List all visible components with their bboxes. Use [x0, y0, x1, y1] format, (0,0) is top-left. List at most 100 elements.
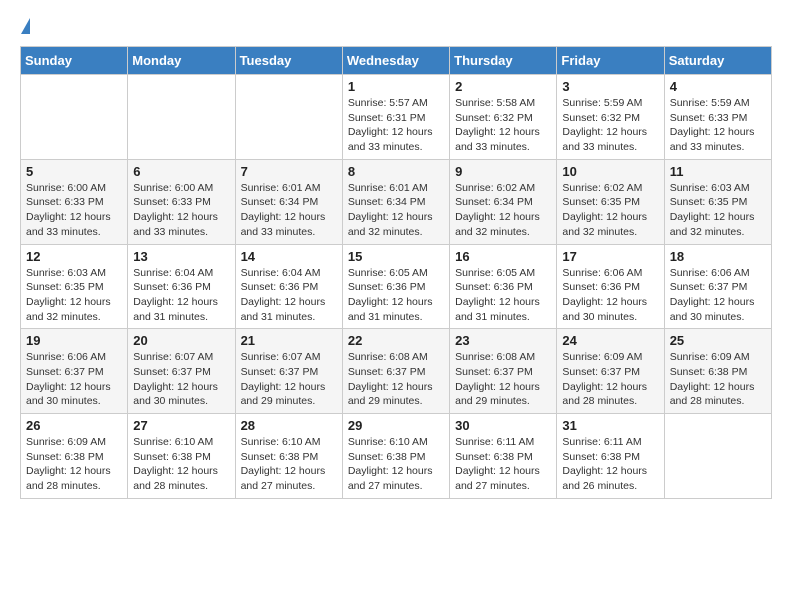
day-number: 13	[133, 249, 229, 264]
day-info: Sunrise: 6:11 AM Sunset: 6:38 PM Dayligh…	[562, 435, 658, 494]
calendar-day-5: 5 Sunrise: 6:00 AM Sunset: 6:33 PM Daylig…	[21, 159, 128, 244]
day-info: Sunrise: 6:01 AM Sunset: 6:34 PM Dayligh…	[241, 181, 337, 240]
day-info: Sunrise: 6:09 AM Sunset: 6:38 PM Dayligh…	[26, 435, 122, 494]
day-info: Sunrise: 6:05 AM Sunset: 6:36 PM Dayligh…	[455, 266, 551, 325]
day-number: 25	[670, 333, 766, 348]
calendar-day-19: 19Sunrise: 6:06 AM Sunset: 6:37 PM Dayli…	[21, 329, 128, 414]
header-wednesday: Wednesday	[342, 47, 449, 75]
calendar-day-7: 7 Sunrise: 6:01 AM Sunset: 6:34 PM Daylig…	[235, 159, 342, 244]
calendar-week-row: 1 Sunrise: 5:57 AM Sunset: 6:31 PM Daylig…	[21, 75, 772, 160]
header-thursday: Thursday	[450, 47, 557, 75]
day-info: Sunrise: 6:04 AM Sunset: 6:36 PM Dayligh…	[133, 266, 229, 325]
day-info: Sunrise: 6:10 AM Sunset: 6:38 PM Dayligh…	[241, 435, 337, 494]
calendar-day-13: 13 Sunrise: 6:04 AM Sunset: 6:36 PM Dayli…	[128, 244, 235, 329]
day-number: 20	[133, 333, 229, 348]
header-saturday: Saturday	[664, 47, 771, 75]
header-tuesday: Tuesday	[235, 47, 342, 75]
day-info: Sunrise: 6:01 AM Sunset: 6:34 PM Dayligh…	[348, 181, 444, 240]
calendar-day-27: 27 Sunrise: 6:10 AM Sunset: 6:38 PM Dayli…	[128, 414, 235, 499]
day-number: 22	[348, 333, 444, 348]
day-info: Sunrise: 5:59 AM Sunset: 6:33 PM Dayligh…	[670, 96, 766, 155]
calendar-week-row: 19Sunrise: 6:06 AM Sunset: 6:37 PM Dayli…	[21, 329, 772, 414]
day-number: 21	[241, 333, 337, 348]
day-number: 27	[133, 418, 229, 433]
header-friday: Friday	[557, 47, 664, 75]
day-number: 5	[26, 164, 122, 179]
calendar-day-14: 14 Sunrise: 6:04 AM Sunset: 6:36 PM Dayli…	[235, 244, 342, 329]
calendar-day-24: 24Sunrise: 6:09 AM Sunset: 6:37 PM Dayli…	[557, 329, 664, 414]
day-number: 9	[455, 164, 551, 179]
calendar-day-22: 22Sunrise: 6:08 AM Sunset: 6:37 PM Dayli…	[342, 329, 449, 414]
day-number: 6	[133, 164, 229, 179]
day-info: Sunrise: 6:00 AM Sunset: 6:33 PM Dayligh…	[26, 181, 122, 240]
logo	[20, 20, 30, 36]
day-info: Sunrise: 6:04 AM Sunset: 6:36 PM Dayligh…	[241, 266, 337, 325]
calendar-day-12: 12Sunrise: 6:03 AM Sunset: 6:35 PM Dayli…	[21, 244, 128, 329]
calendar-day-28: 28 Sunrise: 6:10 AM Sunset: 6:38 PM Dayli…	[235, 414, 342, 499]
calendar-day-18: 18 Sunrise: 6:06 AM Sunset: 6:37 PM Dayli…	[664, 244, 771, 329]
calendar-day-20: 20 Sunrise: 6:07 AM Sunset: 6:37 PM Dayli…	[128, 329, 235, 414]
day-number: 28	[241, 418, 337, 433]
day-number: 23	[455, 333, 551, 348]
calendar-day-1: 1 Sunrise: 5:57 AM Sunset: 6:31 PM Daylig…	[342, 75, 449, 160]
day-number: 16	[455, 249, 551, 264]
calendar-empty-cell	[21, 75, 128, 160]
calendar-day-15: 15 Sunrise: 6:05 AM Sunset: 6:36 PM Dayli…	[342, 244, 449, 329]
day-info: Sunrise: 6:02 AM Sunset: 6:34 PM Dayligh…	[455, 181, 551, 240]
day-info: Sunrise: 6:08 AM Sunset: 6:37 PM Dayligh…	[455, 350, 551, 409]
day-info: Sunrise: 6:03 AM Sunset: 6:35 PM Dayligh…	[670, 181, 766, 240]
page-header	[20, 20, 772, 36]
day-info: Sunrise: 6:11 AM Sunset: 6:38 PM Dayligh…	[455, 435, 551, 494]
day-info: Sunrise: 5:57 AM Sunset: 6:31 PM Dayligh…	[348, 96, 444, 155]
day-info: Sunrise: 6:06 AM Sunset: 6:36 PM Dayligh…	[562, 266, 658, 325]
day-info: Sunrise: 5:58 AM Sunset: 6:32 PM Dayligh…	[455, 96, 551, 155]
day-number: 3	[562, 79, 658, 94]
day-number: 15	[348, 249, 444, 264]
day-number: 7	[241, 164, 337, 179]
calendar-day-9: 9 Sunrise: 6:02 AM Sunset: 6:34 PM Daylig…	[450, 159, 557, 244]
day-number: 4	[670, 79, 766, 94]
day-number: 2	[455, 79, 551, 94]
day-info: Sunrise: 6:06 AM Sunset: 6:37 PM Dayligh…	[670, 266, 766, 325]
header-sunday: Sunday	[21, 47, 128, 75]
calendar-day-6: 6 Sunrise: 6:00 AM Sunset: 6:33 PM Daylig…	[128, 159, 235, 244]
calendar-week-row: 26Sunrise: 6:09 AM Sunset: 6:38 PM Dayli…	[21, 414, 772, 499]
calendar-day-23: 23 Sunrise: 6:08 AM Sunset: 6:37 PM Dayli…	[450, 329, 557, 414]
logo-triangle-icon	[21, 18, 30, 34]
day-info: Sunrise: 6:07 AM Sunset: 6:37 PM Dayligh…	[241, 350, 337, 409]
calendar-day-31: 31 Sunrise: 6:11 AM Sunset: 6:38 PM Dayli…	[557, 414, 664, 499]
calendar-header-row: SundayMondayTuesdayWednesdayThursdayFrid…	[21, 47, 772, 75]
day-number: 31	[562, 418, 658, 433]
day-number: 14	[241, 249, 337, 264]
calendar-week-row: 5 Sunrise: 6:00 AM Sunset: 6:33 PM Daylig…	[21, 159, 772, 244]
day-info: Sunrise: 5:59 AM Sunset: 6:32 PM Dayligh…	[562, 96, 658, 155]
calendar-day-10: 10 Sunrise: 6:02 AM Sunset: 6:35 PM Dayli…	[557, 159, 664, 244]
day-info: Sunrise: 6:10 AM Sunset: 6:38 PM Dayligh…	[133, 435, 229, 494]
calendar-day-11: 11 Sunrise: 6:03 AM Sunset: 6:35 PM Dayli…	[664, 159, 771, 244]
day-number: 1	[348, 79, 444, 94]
day-number: 18	[670, 249, 766, 264]
day-number: 12	[26, 249, 122, 264]
day-info: Sunrise: 6:02 AM Sunset: 6:35 PM Dayligh…	[562, 181, 658, 240]
day-number: 11	[670, 164, 766, 179]
day-info: Sunrise: 6:05 AM Sunset: 6:36 PM Dayligh…	[348, 266, 444, 325]
calendar-week-row: 12Sunrise: 6:03 AM Sunset: 6:35 PM Dayli…	[21, 244, 772, 329]
calendar-empty-cell	[664, 414, 771, 499]
calendar-day-4: 4 Sunrise: 5:59 AM Sunset: 6:33 PM Daylig…	[664, 75, 771, 160]
day-info: Sunrise: 6:10 AM Sunset: 6:38 PM Dayligh…	[348, 435, 444, 494]
day-number: 29	[348, 418, 444, 433]
day-info: Sunrise: 6:07 AM Sunset: 6:37 PM Dayligh…	[133, 350, 229, 409]
calendar-empty-cell	[235, 75, 342, 160]
day-number: 17	[562, 249, 658, 264]
calendar-day-8: 8Sunrise: 6:01 AM Sunset: 6:34 PM Daylig…	[342, 159, 449, 244]
header-monday: Monday	[128, 47, 235, 75]
calendar-empty-cell	[128, 75, 235, 160]
calendar-day-21: 21 Sunrise: 6:07 AM Sunset: 6:37 PM Dayli…	[235, 329, 342, 414]
calendar-day-16: 16 Sunrise: 6:05 AM Sunset: 6:36 PM Dayli…	[450, 244, 557, 329]
calendar-table: SundayMondayTuesdayWednesdayThursdayFrid…	[20, 46, 772, 499]
day-number: 30	[455, 418, 551, 433]
day-number: 10	[562, 164, 658, 179]
day-info: Sunrise: 6:00 AM Sunset: 6:33 PM Dayligh…	[133, 181, 229, 240]
calendar-day-25: 25Sunrise: 6:09 AM Sunset: 6:38 PM Dayli…	[664, 329, 771, 414]
calendar-day-29: 29 Sunrise: 6:10 AM Sunset: 6:38 PM Dayli…	[342, 414, 449, 499]
